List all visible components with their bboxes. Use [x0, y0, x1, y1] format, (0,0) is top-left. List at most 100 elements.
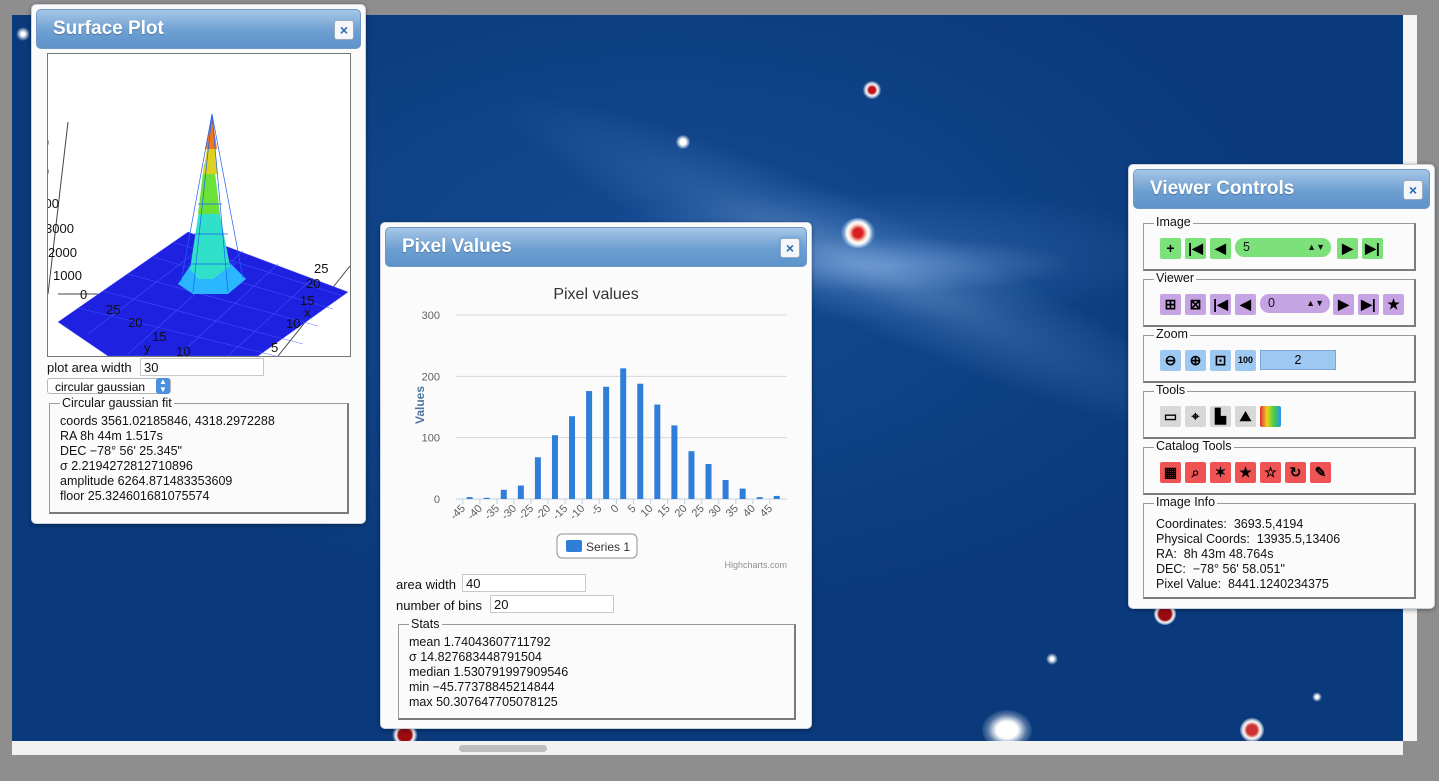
y-tick-label: 200 [422, 371, 440, 383]
zoom-100-icon[interactable]: 100 [1235, 350, 1256, 371]
surface-plot-dialog: Surface Plot × 0 1000 2000 3000 4000 500… [31, 4, 366, 524]
viewer-controls-dialog: Viewer Controls × Image + |◀ ◀ 5 ▲▼ ▶ ▶| … [1128, 164, 1435, 609]
zoom-in-icon[interactable]: ⊕ [1185, 350, 1206, 371]
prev-image-icon[interactable]: ◀ [1210, 238, 1231, 259]
x-tick-label: 35 [724, 503, 741, 520]
x-tick-label: 15 [656, 503, 673, 520]
catalog-refresh-icon[interactable]: ↻ [1285, 462, 1306, 483]
viewer-select[interactable]: 0 ▲▼ [1260, 294, 1330, 313]
close-button[interactable]: × [334, 20, 354, 40]
zoom-input[interactable]: 2 [1260, 350, 1336, 370]
stats-legend: Stats [411, 617, 440, 631]
y-axis-label: y [144, 340, 151, 355]
star [841, 218, 875, 248]
catalog-edit-icon[interactable]: ✎ [1310, 462, 1331, 483]
y-tick-label: 100 [422, 433, 440, 445]
close-button[interactable]: × [780, 238, 800, 258]
catalog-tools-group: Catalog Tools ▦ ⌕ ✶ ★ ☆ ↻ ✎ [1143, 439, 1416, 495]
prev-viewer-icon[interactable]: ◀ [1235, 294, 1256, 315]
first-image-icon[interactable]: |◀ [1185, 238, 1206, 259]
star [676, 135, 690, 149]
x-tick-label: 45 [758, 503, 775, 520]
surface-tool-icon[interactable]: ⛰ [1235, 406, 1256, 427]
x-tick-label: -45 [448, 503, 468, 523]
next-viewer-icon[interactable]: ▶ [1333, 294, 1354, 315]
fit-coords: coords 3561.02185846, 4318.2972288 [60, 414, 275, 428]
fit-sigma: σ 2.2194272812710896 [60, 459, 193, 473]
bins-input[interactable]: 20 [490, 595, 614, 613]
first-viewer-icon[interactable]: |◀ [1210, 294, 1231, 315]
fit-dec: DEC −78° 56' 25.345" [60, 444, 182, 458]
x-tick-label: -5 [589, 503, 604, 518]
zoom-out-icon[interactable]: ⊖ [1160, 350, 1181, 371]
stats-sigma: σ 14.827683448791504 [409, 650, 542, 664]
x-tick-label: 10 [638, 503, 655, 520]
stats-mean: mean 1.74043607711792 [409, 635, 551, 649]
catalog-star-tower-icon[interactable]: ✶ [1210, 462, 1231, 483]
viewer-legend: Viewer [1154, 271, 1196, 285]
pixel-values-titlebar[interactable]: Pixel Values × [385, 227, 807, 267]
z-tick: 2000 [48, 245, 77, 260]
surface-plot-svg: 0 1000 2000 3000 4000 5000 6000 [48, 113, 350, 356]
star-viewer-icon[interactable]: ★ [1383, 294, 1404, 315]
remove-viewer-icon[interactable]: ⊠ [1185, 294, 1206, 315]
legend-swatch [566, 540, 582, 552]
zoom-legend: Zoom [1154, 327, 1190, 341]
histogram-chart[interactable]: Pixel values Values -45-40-35-30-25-20-1… [396, 273, 796, 573]
catalog-star-filled-icon[interactable]: ★ [1235, 462, 1256, 483]
star [1312, 692, 1322, 702]
stats-min: min −45.77378845214844 [409, 680, 555, 694]
last-viewer-icon[interactable]: ▶| [1358, 294, 1379, 315]
pixel-values-dialog: Pixel Values × Pixel values Values -45 -4… [380, 222, 812, 729]
z-tick: 0 [80, 287, 87, 302]
surface-plot-titlebar[interactable]: Surface Plot × [36, 9, 361, 49]
next-image-icon[interactable]: ▶ [1337, 238, 1358, 259]
add-viewer-icon[interactable]: ⊞ [1160, 294, 1181, 315]
x-tick-label: -40 [465, 503, 485, 523]
histogram-bar [705, 464, 712, 499]
catalog-star-outline-icon[interactable]: ☆ [1260, 462, 1281, 483]
catalog-search-icon[interactable]: ⌕ [1185, 462, 1206, 483]
bars [466, 368, 780, 499]
image-select[interactable]: 5 ▲▼ [1235, 238, 1331, 257]
plot-area-width-input[interactable]: 30 [140, 358, 264, 376]
viewer-controls-titlebar[interactable]: Viewer Controls × [1133, 169, 1430, 209]
catalog-map-icon[interactable]: ▦ [1160, 462, 1181, 483]
fit-floor: floor 25.324601681075574 [60, 489, 210, 503]
histogram-bar [654, 404, 661, 499]
x-tick-label: -35 [482, 503, 502, 523]
histogram-tool-icon[interactable]: ▙ [1210, 406, 1231, 427]
area-width-input[interactable]: 40 [462, 574, 586, 592]
z-tick: 1000 [53, 268, 82, 283]
x-tick-label: -15 [551, 503, 571, 523]
fit-type-value: circular gaussian [55, 380, 146, 394]
histogram-bar [551, 435, 558, 499]
close-button[interactable]: × [1403, 180, 1423, 200]
legend-label: Series 1 [586, 540, 630, 554]
horizontal-scrollbar[interactable] [12, 741, 1403, 755]
x-tick: 25 [314, 261, 328, 276]
histogram-bar [722, 479, 729, 499]
zoom-fit-icon[interactable]: ⊡ [1210, 350, 1231, 371]
tools-group: Tools ▭ ⌖ ▙ ⛰ [1143, 383, 1416, 439]
fit-type-select[interactable]: circular gaussian ▲ ▼ [47, 378, 171, 394]
crosshair-tool-icon[interactable]: ⌖ [1185, 406, 1206, 427]
rectangle-tool-icon[interactable]: ▭ [1160, 406, 1181, 427]
y-tick: 25 [106, 302, 120, 317]
z-tick: 5000 [48, 164, 49, 179]
colormap-tool-icon[interactable] [1260, 406, 1281, 427]
viewer-select-value: 0 [1268, 296, 1275, 310]
y-axis-title: Values [413, 386, 427, 424]
histogram-bar [773, 495, 780, 499]
last-image-icon[interactable]: ▶| [1362, 238, 1383, 259]
y-tick-label: 0 [434, 494, 440, 506]
surface-plot-canvas[interactable]: 0 1000 2000 3000 4000 5000 6000 [47, 53, 351, 357]
star [863, 81, 881, 99]
chart-credit[interactable]: Highcharts.com [724, 560, 787, 570]
histogram-bar [586, 391, 593, 499]
add-image-icon[interactable]: + [1160, 238, 1181, 259]
horizontal-scrollbar-thumb[interactable] [459, 745, 547, 752]
x-tick-label: -20 [534, 503, 554, 523]
histogram-bar [534, 457, 541, 499]
area-width-label: area width [396, 577, 456, 592]
